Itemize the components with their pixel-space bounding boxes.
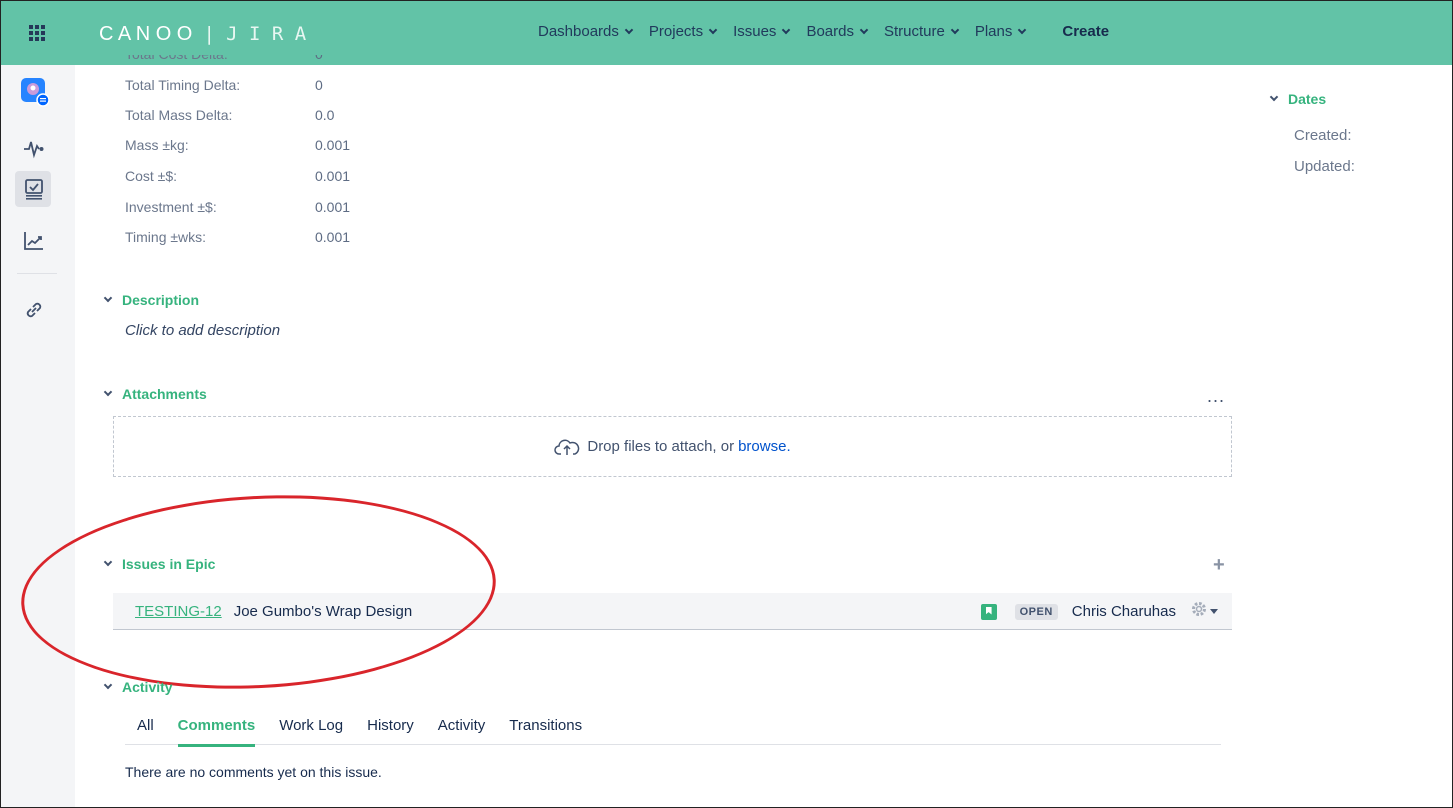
annotation-circle bbox=[16, 483, 501, 701]
activity-tabs: All Comments Work Log History Activity T… bbox=[125, 717, 1221, 747]
description-title: Description bbox=[122, 292, 200, 308]
field-row: Timing ±wks: 0.001 bbox=[125, 229, 350, 245]
gear-icon bbox=[1190, 600, 1208, 623]
attachments-header[interactable]: Attachments bbox=[103, 386, 207, 402]
chevron-down-icon bbox=[103, 387, 113, 397]
chevron-down-icon bbox=[103, 680, 113, 690]
nav-boards-label: Boards bbox=[806, 23, 854, 40]
chevron-down-icon bbox=[950, 25, 960, 34]
reports-chart-icon[interactable] bbox=[21, 228, 47, 254]
field-label: Cost ±$: bbox=[125, 168, 178, 184]
create-button[interactable]: Create bbox=[1062, 23, 1109, 40]
issues-in-epic-header[interactable]: Issues in Epic bbox=[103, 556, 216, 572]
field-label: Investment ±$: bbox=[125, 199, 217, 215]
tab-activity[interactable]: Activity bbox=[426, 717, 498, 745]
no-comments-message: There are no comments yet on this issue. bbox=[125, 764, 382, 780]
field-label: Total Timing Delta: bbox=[125, 77, 241, 93]
field-value[interactable]: 0.0 bbox=[315, 107, 334, 123]
site-logo[interactable]: C A N O O | J I R A bbox=[99, 23, 306, 46]
created-label: Created: bbox=[1294, 127, 1352, 144]
tab-comments[interactable]: Comments bbox=[166, 717, 268, 747]
field-value[interactable]: 0.001 bbox=[315, 168, 350, 184]
chevron-down-icon bbox=[103, 293, 113, 303]
nav-issues-label: Issues bbox=[733, 23, 777, 40]
field-row: Cost ±$: 0.001 bbox=[125, 168, 350, 184]
app-switcher-icon[interactable] bbox=[29, 25, 45, 41]
nav-dashboards[interactable]: Dashboards bbox=[538, 23, 634, 40]
link-icon[interactable] bbox=[21, 297, 47, 323]
nav-issues[interactable]: Issues bbox=[733, 23, 791, 40]
chevron-down-icon bbox=[708, 25, 718, 34]
epic-issue-row[interactable]: TESTING-12 Joe Gumbo's Wrap Design OPEN … bbox=[113, 593, 1232, 630]
issue-key-link[interactable]: TESTING-12 bbox=[135, 603, 222, 620]
dates-header[interactable]: Dates bbox=[1269, 91, 1327, 107]
issue-row-meta: OPEN Chris Charuhas bbox=[980, 593, 1232, 630]
nav-dashboards-label: Dashboards bbox=[538, 23, 619, 40]
story-type-icon bbox=[980, 603, 997, 620]
field-row: Total Timing Delta: 0 bbox=[125, 77, 323, 93]
nav-projects[interactable]: Projects bbox=[648, 23, 718, 40]
field-value: 0 bbox=[315, 55, 323, 65]
attachments-more-button[interactable]: ... bbox=[1207, 386, 1225, 407]
field-value[interactable]: 0.001 bbox=[315, 229, 350, 245]
nav-structure-label: Structure bbox=[883, 23, 945, 40]
tab-all[interactable]: All bbox=[125, 717, 166, 745]
upload-cloud-icon bbox=[554, 437, 580, 457]
issue-summary[interactable]: Joe Gumbo's Wrap Design bbox=[234, 603, 413, 620]
field-value[interactable]: 0 bbox=[315, 77, 323, 93]
updated-label: Updated: bbox=[1294, 158, 1355, 175]
project-avatar-icon[interactable] bbox=[20, 77, 50, 107]
attachments-title: Attachments bbox=[122, 386, 207, 402]
field-row: Total Cost Delta: 0 bbox=[125, 55, 323, 65]
field-row: Mass ±kg: 0.001 bbox=[125, 137, 350, 153]
nav-plans[interactable]: Plans bbox=[974, 23, 1027, 40]
activity-pulse-icon[interactable] bbox=[21, 135, 47, 161]
project-sidebar bbox=[1, 65, 75, 807]
nav-projects-label: Projects bbox=[648, 23, 704, 40]
chevron-down-icon bbox=[624, 25, 634, 34]
nav-structure[interactable]: Structure bbox=[883, 23, 960, 40]
nav-menu: Dashboards Projects Issues Boards Struct… bbox=[538, 23, 1126, 40]
field-row: Total Mass Delta: 0.0 bbox=[125, 107, 334, 123]
logo-jira: J I R A bbox=[226, 23, 307, 45]
sidebar-divider bbox=[17, 273, 57, 274]
field-label: Total Cost Delta: bbox=[125, 55, 315, 65]
caret-down-icon bbox=[1210, 609, 1218, 614]
field-row: Investment ±$: 0.001 bbox=[125, 199, 350, 215]
status-badge: OPEN bbox=[1014, 603, 1058, 620]
attachment-dropzone[interactable]: Drop files to attach, or browse. bbox=[113, 416, 1232, 477]
chevron-down-icon bbox=[859, 25, 869, 34]
field-label: Timing ±wks: bbox=[125, 229, 207, 245]
issues-in-epic-title: Issues in Epic bbox=[122, 556, 216, 572]
logo-canoo: C A N O O bbox=[99, 23, 193, 45]
field-label: Total Mass Delta: bbox=[125, 107, 233, 123]
nav-plans-label: Plans bbox=[974, 23, 1013, 40]
description-placeholder[interactable]: Click to add description bbox=[125, 322, 280, 339]
dates-title: Dates bbox=[1288, 91, 1327, 107]
chevron-down-icon bbox=[1018, 25, 1027, 34]
assignee-name: Chris Charuhas bbox=[1071, 603, 1176, 620]
tab-transitions[interactable]: Transitions bbox=[497, 717, 594, 745]
nav-boards[interactable]: Boards bbox=[806, 23, 869, 40]
activity-title: Activity bbox=[122, 679, 173, 695]
add-issue-button[interactable]: + bbox=[1213, 554, 1225, 577]
chevron-down-icon bbox=[782, 25, 791, 34]
issue-actions-menu[interactable] bbox=[1190, 600, 1218, 623]
chevron-down-icon bbox=[1269, 92, 1279, 102]
field-label: Mass ±kg: bbox=[125, 137, 189, 153]
logo-separator: | bbox=[203, 23, 215, 45]
dropzone-text: Drop files to attach, or bbox=[587, 438, 735, 455]
browse-link[interactable]: browse. bbox=[738, 438, 791, 455]
page-frame: C A N O O | J I R A Dashboards Projects … bbox=[0, 0, 1453, 808]
chevron-down-icon bbox=[103, 557, 113, 567]
tab-history[interactable]: History bbox=[355, 717, 426, 745]
field-value[interactable]: 0.001 bbox=[315, 199, 350, 215]
board-icon[interactable] bbox=[21, 176, 47, 202]
tab-work-log[interactable]: Work Log bbox=[267, 717, 355, 745]
description-header[interactable]: Description bbox=[103, 292, 200, 308]
field-value[interactable]: 0.001 bbox=[315, 137, 350, 153]
activity-header[interactable]: Activity bbox=[103, 679, 173, 695]
